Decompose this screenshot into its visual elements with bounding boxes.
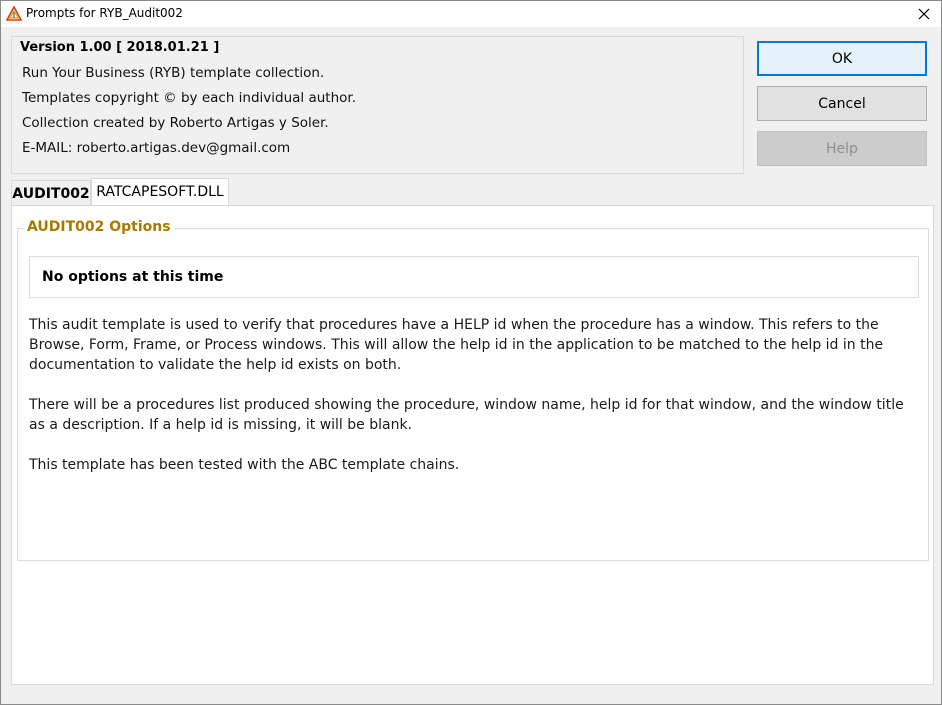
description-paragraph: This template has been tested with the A… [29,457,460,473]
tab-ratcapesoft-dll[interactable]: RATCAPESOFT.DLL [91,178,229,205]
version-title: Version 1.00 [ 2018.01.21 ] [20,40,220,55]
window-title: Prompts for RYB_Audit002 [26,6,183,20]
no-options-notice: No options at this time [29,256,919,298]
version-line: Run Your Business (RYB) template collect… [22,65,325,81]
options-group-title: AUDIT002 Options [24,219,174,235]
options-group: AUDIT002 Options No options at this time… [17,219,929,561]
description-paragraph: There will be a procedures list produced… [29,397,904,433]
version-info-box: Version 1.00 [ 2018.01.21 ] Run Your Bus… [11,36,744,174]
email-line: E-MAIL: roberto.artigas.dev@gmail.com [22,140,291,156]
version-line: Templates copyright © by each individual… [22,90,357,106]
ok-button[interactable]: OK [757,41,927,76]
help-button[interactable]: Help [757,131,927,166]
triangle-app-icon [5,5,23,22]
title-bar[interactable]: Prompts for RYB_Audit002 [1,1,941,27]
close-icon[interactable] [907,1,941,27]
prompts-dialog: Prompts for RYB_Audit002 Version 1.00 [ … [0,0,942,705]
description-paragraph: This audit template is used to verify th… [29,317,884,373]
tab-panel: AUDIT002 Options No options at this time… [11,205,934,685]
version-line: Collection created by Roberto Artigas y … [22,115,329,131]
tab-audit002[interactable]: AUDIT002 [11,180,91,206]
cancel-button[interactable]: Cancel [757,86,927,121]
